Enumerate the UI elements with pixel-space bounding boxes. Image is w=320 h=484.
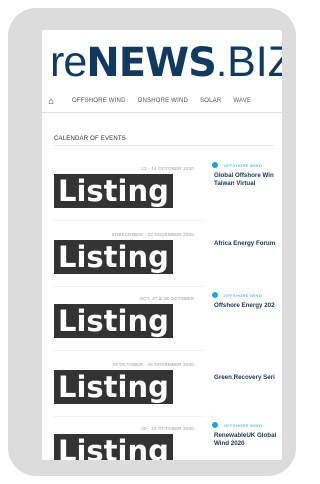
nav-item-offshore-wind[interactable]: OFFSHORE WIND <box>72 98 126 104</box>
event-row[interactable]: 20 - 22 OCTOBER 2020 Listing OFFSHORE WI… <box>54 418 282 460</box>
row-divider <box>54 416 204 417</box>
logo-re: re <box>50 38 87 86</box>
event-tag-label: OFFSHORE WIND <box>224 292 262 298</box>
event-row[interactable]: SUBSCRIBED - 23 NOVEMBER 2020 Listing Af… <box>54 224 282 290</box>
nav-item-solar[interactable]: SOLAR <box>200 98 221 104</box>
event-name[interactable]: RenewableUK Global Wind 2020 <box>214 432 282 448</box>
row-divider <box>54 350 204 351</box>
event-date: 13 - 14 OCTOBER 2020 <box>141 166 194 171</box>
logo-biz: BIZ <box>227 38 282 86</box>
row-divider <box>54 220 204 221</box>
logo-dot: . <box>215 41 228 85</box>
listing-badge: Listing <box>54 434 173 460</box>
event-row[interactable]: 29 OCTOBER - 26 NOVEMBER 2020 Listing Gr… <box>54 354 282 420</box>
listing-badge: Listing <box>54 174 173 208</box>
event-name[interactable]: Offshore Energy 202 <box>214 302 282 310</box>
listing-badge: Listing <box>54 240 173 274</box>
device-frame: re NEWS . BIZ ⌂ OFFSHORE WIND ONSHORE WI… <box>8 8 296 476</box>
nav-item-onshore-wind[interactable]: ONSHORE WIND <box>138 98 188 104</box>
event-tag-label: OFFSHORE WIND <box>224 162 262 168</box>
event-row[interactable]: OCT. 27 & 28 OCTOBER Listing OFFSHORE WI… <box>54 288 282 354</box>
listing-badge: Listing <box>54 304 173 338</box>
event-date: 29 OCTOBER - 26 NOVEMBER 2020 <box>112 362 194 367</box>
event-date: 20 - 22 OCTOBER 2020 <box>141 426 194 431</box>
phone-screen: re NEWS . BIZ ⌂ OFFSHORE WIND ONSHORE WI… <box>42 30 282 460</box>
event-tag-label: OFFSHORE WIND <box>224 422 262 428</box>
calendar-title: CALENDAR OF EVENTS <box>54 136 126 142</box>
tag-dot-icon <box>212 292 218 298</box>
event-date: SUBSCRIBED - 23 NOVEMBER 2020 <box>111 232 194 237</box>
main-nav: ⌂ OFFSHORE WIND ONSHORE WIND SOLAR WAVE <box>42 92 282 110</box>
home-icon[interactable]: ⌂ <box>42 96 60 106</box>
event-date: OCT. 27 & 28 OCTOBER <box>139 296 194 301</box>
nav-item-wave[interactable]: WAVE <box>233 98 251 104</box>
nav-divider <box>42 112 282 113</box>
calendar-divider <box>54 145 274 146</box>
tag-dot-icon <box>212 162 218 168</box>
event-name[interactable]: Green Recovery Seri <box>214 374 282 382</box>
logo-news: NEWS <box>86 40 217 86</box>
listing-badge: Listing <box>54 370 173 404</box>
event-name[interactable]: Africa Energy Forum <box>214 240 282 248</box>
row-divider <box>54 286 204 287</box>
event-name[interactable]: Global Offshore Win Taiwan Virtual <box>214 172 282 188</box>
event-row[interactable]: 13 - 14 OCTOBER 2020 Listing OFFSHORE WI… <box>54 158 282 224</box>
event-tag: OFFSHORE WIND <box>212 422 262 428</box>
event-tag: OFFSHORE WIND <box>212 162 262 168</box>
renews-logo[interactable]: re NEWS . BIZ <box>50 38 282 88</box>
event-tag: OFFSHORE WIND <box>212 292 262 298</box>
tag-dot-icon <box>212 422 218 428</box>
